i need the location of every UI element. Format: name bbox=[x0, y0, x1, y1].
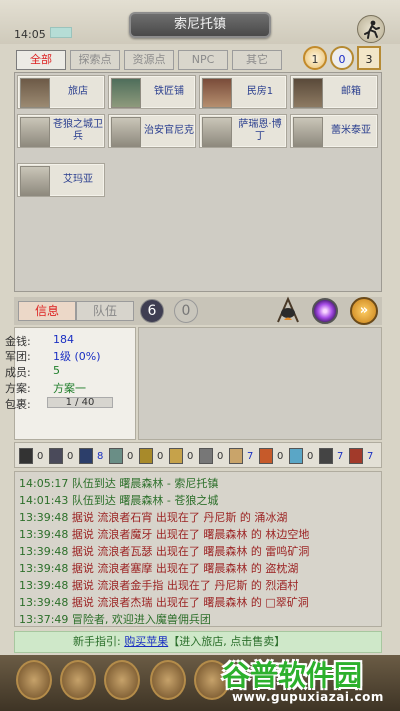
item-slot[interactable]: 0 bbox=[49, 447, 73, 465]
tutorial-link[interactable]: 购买苹果 bbox=[124, 635, 168, 648]
money-value: 184 bbox=[53, 333, 74, 346]
location-smithy[interactable]: 铁匠铺 bbox=[108, 75, 196, 109]
filter-tabs: 全部 探索点 资源点 NPC 其它 bbox=[16, 50, 282, 70]
item-slot[interactable]: 7 bbox=[229, 447, 253, 465]
item-slot[interactable]: 0 bbox=[169, 447, 193, 465]
person-icon bbox=[293, 117, 323, 147]
plan-label: 方案: bbox=[5, 382, 31, 395]
item-slot[interactable]: 0 bbox=[259, 447, 283, 465]
house-icon bbox=[202, 78, 232, 108]
location-house1[interactable]: 民房1 bbox=[199, 75, 287, 109]
log-line: 13:39:48 据说 流浪者塞摩 出现在了 曙晨森林 的 盗枕湖 bbox=[19, 562, 299, 575]
hero-icon[interactable] bbox=[16, 660, 52, 700]
tab-info[interactable]: 信息 bbox=[18, 301, 76, 321]
legion-label: 军团: bbox=[5, 350, 31, 363]
person-icon bbox=[20, 166, 50, 196]
detail-panel bbox=[138, 327, 382, 440]
npc-aimaya[interactable]: 艾玛亚 bbox=[17, 163, 105, 197]
npc-sheriff[interactable]: 治安官尼克 bbox=[108, 114, 196, 148]
warrior-icon[interactable] bbox=[150, 660, 186, 700]
item-slot[interactable]: 0 bbox=[289, 447, 313, 465]
money-label: 金钱: bbox=[5, 335, 31, 348]
count-badge-a[interactable]: 6 bbox=[140, 299, 164, 323]
tab-explore[interactable]: 探索点 bbox=[70, 50, 120, 70]
book-icon[interactable] bbox=[60, 660, 96, 700]
watermark-title: 谷普软件园 bbox=[222, 659, 363, 692]
battery-icon bbox=[50, 27, 72, 38]
item-slot[interactable]: 0 bbox=[199, 447, 223, 465]
legion-value: 1级 (0%) bbox=[53, 350, 101, 363]
helmet-icon[interactable] bbox=[104, 660, 140, 700]
bag-label: 包裹: bbox=[5, 398, 31, 411]
bag-capacity-bar: 1 / 40 bbox=[47, 397, 113, 408]
page-title: 索尼托镇 bbox=[129, 12, 271, 38]
tab-npc[interactable]: NPC bbox=[178, 50, 228, 70]
npc-sarien[interactable]: 萨瑞恩·博丁 bbox=[199, 114, 287, 148]
location-mailbox[interactable]: 邮箱 bbox=[290, 75, 378, 109]
run-icon[interactable] bbox=[357, 15, 385, 43]
log-line: 13:37:49 冒险者, 欢迎进入魔兽佣兵团 bbox=[19, 613, 211, 626]
tab-all[interactable]: 全部 bbox=[16, 50, 66, 70]
forward-button[interactable]: » bbox=[350, 297, 378, 325]
person-icon bbox=[20, 117, 50, 147]
count-badge-b[interactable]: 0 bbox=[174, 299, 198, 323]
person-icon bbox=[202, 117, 232, 147]
item-slot[interactable]: 7 bbox=[349, 447, 373, 465]
portal-icon[interactable] bbox=[312, 298, 338, 324]
tab-team[interactable]: 队伍 bbox=[76, 301, 134, 321]
watermark-url: www.gupuxiazai.com bbox=[232, 690, 384, 704]
item-slot[interactable]: 0 bbox=[19, 447, 43, 465]
house-icon bbox=[111, 78, 141, 108]
log-line: 13:39:48 据说 流浪者金手指 出现在了 丹尼斯 的 烈酒村 bbox=[19, 579, 299, 592]
location-grid: 旅店 铁匠铺 民房1 邮箱 苍狼之城卫兵 治安官尼克 萨瑞恩·博丁 蕾米泰亚 艾… bbox=[14, 72, 382, 292]
status-time: 14:05 bbox=[14, 28, 46, 41]
log-line: 13:39:48 据说 流浪者瓦瑟 出现在了 曙晨森林 的 雷鸣矿洞 bbox=[19, 545, 310, 558]
log-line: 14:05:17 队伍到达 曙晨森林 - 索尼托镇 bbox=[19, 477, 219, 490]
plan-value[interactable]: 方案一 bbox=[53, 380, 86, 396]
log-line: 13:39:48 据说 流浪者魔牙 出现在了 曙晨森林 的 林边空地 bbox=[19, 528, 310, 541]
members-value: 5 bbox=[53, 364, 60, 377]
tab-other[interactable]: 其它 bbox=[232, 50, 282, 70]
log-line: 13:39:48 据说 流浪者杰瑞 出现在了 曙晨森林 的 □翠矿洞 bbox=[19, 596, 309, 609]
event-log[interactable]: 14:05:17 队伍到达 曙晨森林 - 索尼托镇 14:01:43 队伍到达 … bbox=[14, 471, 382, 627]
tutorial-hint: 新手指引: 购买苹果【进入旅店, 点击售卖】 bbox=[14, 631, 382, 653]
log-line: 14:01:43 队伍到达 曙晨森林 - 苍狼之城 bbox=[19, 494, 219, 507]
npc-guard[interactable]: 苍狼之城卫兵 bbox=[17, 114, 105, 148]
sun-resource-badge[interactable]: 1 bbox=[303, 46, 327, 70]
item-slot[interactable]: 0 bbox=[109, 447, 133, 465]
npc-remitaia[interactable]: 蕾米泰亚 bbox=[290, 114, 378, 148]
log-line: 13:39:48 据说 流浪者石宵 出现在了 丹尼斯 的 涌冰湖 bbox=[19, 511, 288, 524]
inventory-bar: 0 0 8 0 0 0 0 7 0 0 7 7 bbox=[14, 442, 382, 468]
item-slot[interactable]: 8 bbox=[79, 447, 103, 465]
location-inn[interactable]: 旅店 bbox=[17, 75, 105, 109]
gem-resource-badge[interactable]: 0 bbox=[330, 46, 354, 70]
house-icon bbox=[20, 78, 50, 108]
mailbox-icon bbox=[293, 78, 323, 108]
tab-resource[interactable]: 资源点 bbox=[124, 50, 174, 70]
scroll-resource-badge[interactable]: 3 bbox=[357, 46, 381, 70]
item-slot[interactable]: 0 bbox=[139, 447, 163, 465]
members-label: 成员: bbox=[5, 366, 31, 379]
campfire-icon[interactable] bbox=[274, 296, 302, 324]
person-icon bbox=[111, 117, 141, 147]
item-slot[interactable]: 7 bbox=[319, 447, 343, 465]
